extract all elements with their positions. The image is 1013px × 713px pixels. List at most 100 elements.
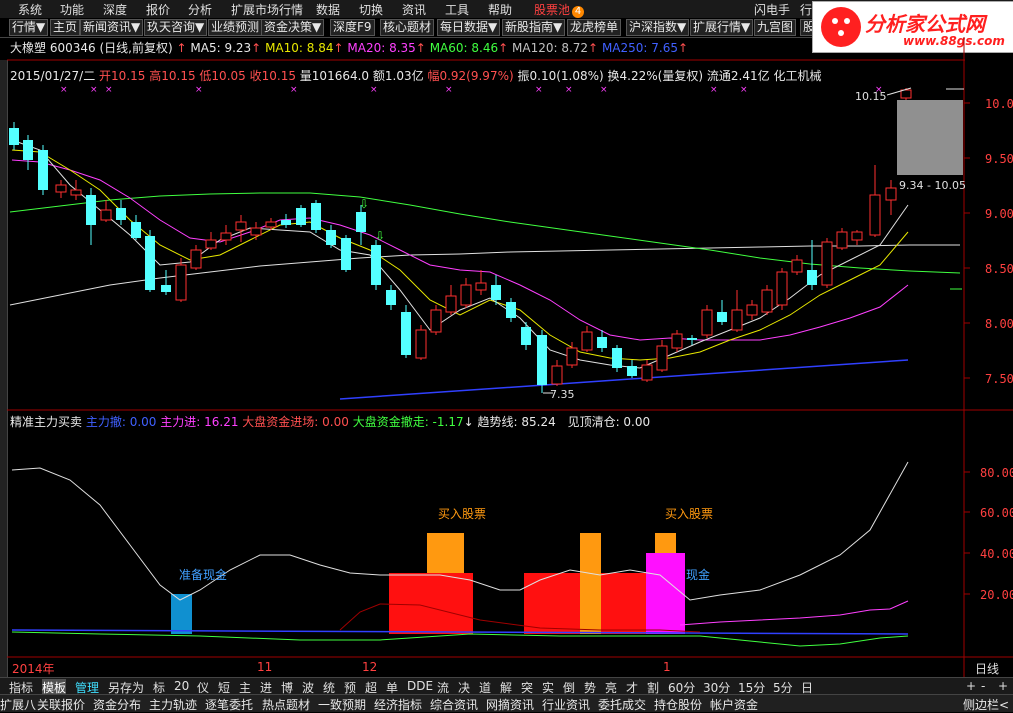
candle[interactable]: [145, 236, 155, 290]
candle[interactable]: [281, 220, 291, 225]
sb-web-news[interactable]: 网摘资讯: [486, 696, 534, 713]
candle[interactable]: [701, 309, 713, 336]
main-enter-bar: [646, 553, 685, 634]
candle[interactable]: [821, 241, 833, 286]
candle[interactable]: [869, 194, 881, 236]
candle[interactable]: [235, 221, 247, 231]
candle[interactable]: [250, 227, 262, 236]
tab-control-button[interactable]: -: [981, 679, 985, 693]
sb-industry-news[interactable]: 行业资讯: [542, 696, 590, 713]
tab-control-button[interactable]: +: [966, 679, 976, 693]
sb-consensus[interactable]: 一致预期: [318, 696, 366, 713]
indicator-tab[interactable]: 20: [174, 679, 189, 693]
candle[interactable]: [687, 338, 697, 340]
sb-extend[interactable]: 扩展八: [0, 696, 36, 713]
candle[interactable]: [116, 208, 126, 220]
candle[interactable]: [551, 365, 563, 385]
candle[interactable]: [190, 249, 202, 269]
price-range-box[interactable]: [897, 100, 963, 175]
x-mark-icon: ×: [535, 85, 543, 95]
candle[interactable]: [9, 128, 19, 145]
candle[interactable]: [220, 232, 232, 241]
candle[interactable]: [460, 284, 472, 306]
candle[interactable]: [731, 309, 743, 331]
candle[interactable]: [100, 209, 112, 221]
candle[interactable]: [70, 189, 82, 196]
x-mark-icon: ×: [195, 85, 203, 95]
candle[interactable]: [791, 259, 803, 273]
price-range-label: 9.34 - 10.05: [899, 179, 966, 192]
candle[interactable]: [836, 231, 848, 249]
indicator-name[interactable]: 精准主力买卖: [10, 415, 82, 429]
candle[interactable]: [656, 345, 668, 371]
candle[interactable]: [506, 302, 516, 318]
x-mark-icon: ×: [740, 85, 748, 95]
candle[interactable]: [521, 327, 531, 345]
candle[interactable]: [746, 304, 758, 316]
buy-signal-bar: [427, 533, 464, 573]
sb-related-quote[interactable]: 关联报价: [37, 696, 85, 713]
sb-hot-themes[interactable]: 热点题材: [262, 696, 310, 713]
sb-orders-trades[interactable]: 委托成交: [598, 696, 646, 713]
candle[interactable]: [430, 309, 442, 333]
candle[interactable]: [761, 289, 773, 313]
sb-tick-orders[interactable]: 逐笔委托: [205, 696, 253, 713]
price-tick: 10.00: [985, 97, 1013, 111]
candle[interactable]: [311, 203, 321, 230]
candle[interactable]: [776, 271, 788, 306]
candle[interactable]: [612, 348, 622, 368]
candle[interactable]: [566, 347, 578, 366]
candle[interactable]: [326, 230, 336, 245]
trend-value: 趋势线: 85.24: [477, 415, 556, 429]
candle[interactable]: [597, 337, 607, 348]
candle[interactable]: [161, 285, 171, 292]
candle[interactable]: [851, 231, 863, 241]
sb-fund-distribution[interactable]: 资金分布: [93, 696, 141, 713]
candle[interactable]: [401, 312, 411, 355]
candle[interactable]: [627, 366, 637, 376]
candle[interactable]: [537, 335, 547, 385]
candle[interactable]: [371, 245, 381, 285]
date-month: 12: [362, 660, 378, 674]
candle[interactable]: [55, 184, 67, 193]
candle[interactable]: [341, 238, 351, 270]
sb-positions[interactable]: 持仓股份: [654, 696, 702, 713]
candle[interactable]: [415, 329, 427, 359]
candle[interactable]: [900, 89, 912, 99]
chart-area[interactable]: × × × × × × × × × × × × × ⇩ ⇩ 10.15 7.35 9.34 - 10.0…: [0, 0, 1013, 711]
sb-account-funds[interactable]: 帐户资金: [710, 696, 758, 713]
x-mark-icon: ×: [60, 85, 68, 95]
candle[interactable]: [475, 282, 487, 291]
candle[interactable]: [205, 239, 217, 249]
candle[interactable]: [131, 222, 141, 238]
main-enter-bar: [524, 573, 580, 634]
buy-stock-label: 买入股票: [438, 507, 487, 521]
candle[interactable]: [296, 208, 306, 225]
candle[interactable]: [491, 285, 501, 300]
candle[interactable]: [38, 150, 48, 190]
candle[interactable]: [175, 264, 187, 301]
candle[interactable]: [265, 221, 277, 228]
price-tick: 8.50: [985, 262, 1013, 276]
candle[interactable]: [86, 195, 96, 225]
sb-main-track[interactable]: 主力轨迹: [149, 696, 197, 713]
candle[interactable]: [356, 212, 366, 232]
candle[interactable]: [581, 331, 593, 351]
candle[interactable]: [23, 140, 33, 160]
x-mark-icon: ×: [445, 85, 453, 95]
down-arrow-icon: ↓: [463, 415, 474, 429]
period-label[interactable]: 日线: [975, 660, 999, 677]
candle[interactable]: [386, 290, 396, 305]
candle[interactable]: [807, 270, 817, 285]
sb-general-news[interactable]: 综合资讯: [430, 696, 478, 713]
candle[interactable]: [641, 364, 653, 381]
tab-control-button[interactable]: +: [998, 679, 1008, 693]
candlesticks: [9, 88, 912, 393]
sb-sidebar-toggle[interactable]: 侧边栏<: [963, 696, 1009, 713]
indicator-tab[interactable]: DDE: [407, 679, 433, 693]
sb-economic[interactable]: 经济指标: [374, 696, 422, 713]
candle[interactable]: [445, 295, 457, 313]
candle[interactable]: [671, 333, 683, 349]
candle[interactable]: [885, 187, 897, 201]
candle[interactable]: [717, 312, 727, 322]
